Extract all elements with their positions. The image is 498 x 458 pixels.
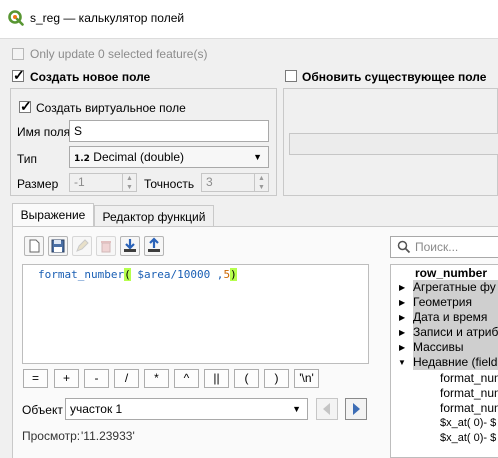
- expand-arrow-icon[interactable]: ▶: [399, 313, 405, 322]
- virtual-field-checkbox[interactable]: ✓: [19, 98, 32, 114]
- next-feature-button[interactable]: [345, 398, 367, 420]
- field-precision-value: 3: [206, 175, 213, 189]
- operator-multiply-button[interactable]: *: [144, 369, 169, 388]
- search-placeholder: Поиск...: [415, 240, 459, 254]
- expression-close-paren: ): [230, 268, 237, 281]
- new-file-icon: [29, 239, 40, 253]
- tree-group-arrays[interactable]: Массивы: [413, 340, 498, 355]
- field-precision-spinbox[interactable]: 3 ▲ ▼: [201, 173, 269, 192]
- preview-label: Просмотр:: [22, 429, 81, 443]
- spin-buttons[interactable]: ▲ ▼: [122, 174, 136, 191]
- tree-group-geometry[interactable]: Геометрия: [413, 295, 498, 310]
- decimal-type-icon: 1.2: [74, 154, 90, 164]
- export-icon: [148, 237, 160, 252]
- field-size-value: -1: [74, 175, 85, 189]
- operator-minus-button[interactable]: -: [84, 369, 109, 388]
- check-icon: ✓: [20, 98, 32, 114]
- export-button[interactable]: [144, 236, 164, 256]
- field-name-label: Имя поля: [17, 125, 71, 139]
- tree-item-recent[interactable]: format_num: [440, 386, 498, 401]
- tree-item-recent[interactable]: $x_at( 0)- $: [440, 431, 498, 446]
- operator-open-paren-button[interactable]: (: [234, 369, 259, 388]
- delete-button[interactable]: [96, 236, 116, 256]
- triangle-right-icon: [353, 403, 360, 415]
- operator-concat-button[interactable]: ||: [204, 369, 229, 388]
- collapse-arrow-icon[interactable]: ▼: [398, 358, 406, 367]
- chevron-down-icon: ▼: [253, 152, 262, 162]
- expression-editor[interactable]: format_number( $area/10000 ,5): [22, 264, 369, 364]
- virtual-field-label: Создать виртуальное поле: [36, 101, 186, 115]
- edit-button[interactable]: [72, 236, 92, 256]
- field-type-select[interactable]: 1.2 Decimal (double) ▼: [69, 146, 269, 168]
- create-field-checkbox[interactable]: ✓: [12, 67, 25, 83]
- save-button[interactable]: [48, 236, 68, 256]
- new-file-button[interactable]: [24, 236, 44, 256]
- create-field-label: Создать новое поле: [30, 70, 151, 84]
- import-icon: [124, 239, 136, 252]
- expression-text: format_number( $area/10000 ,5): [38, 268, 237, 282]
- tab-expression[interactable]: Выражение: [12, 203, 94, 227]
- qgis-logo-icon: [8, 10, 24, 26]
- edit-icon: [76, 239, 89, 252]
- expression-function: format_number: [38, 268, 125, 281]
- field-precision-label: Точность: [144, 177, 195, 191]
- expand-arrow-icon[interactable]: ▶: [399, 298, 405, 307]
- tree-item-recent[interactable]: format_num: [440, 371, 498, 386]
- tree-item-recent[interactable]: $x_at( 0)- $: [440, 416, 498, 431]
- existing-field-select[interactable]: [289, 133, 498, 155]
- only-update-selected-label: Only update 0 selected feature(s): [30, 47, 208, 61]
- operator-close-paren-button[interactable]: ): [264, 369, 289, 388]
- feature-value: участок 1: [70, 402, 123, 416]
- spin-down-icon[interactable]: ▼: [255, 183, 268, 192]
- field-type-value: Decimal (double): [93, 150, 184, 164]
- tree-group-recent[interactable]: Недавние (field: [413, 355, 498, 370]
- field-size-spinbox[interactable]: -1 ▲ ▼: [69, 173, 137, 192]
- preview-value: '11.23933': [81, 429, 135, 443]
- save-icon: [51, 239, 65, 253]
- tree-item-row-number[interactable]: row_number: [415, 266, 498, 281]
- field-type-label: Тип: [17, 152, 38, 166]
- tree-group-aggregates[interactable]: Агрегатные фу: [413, 280, 498, 295]
- field-name-input[interactable]: S: [69, 120, 269, 142]
- operator-divide-button[interactable]: /: [114, 369, 139, 388]
- delete-icon: [101, 241, 111, 253]
- import-button[interactable]: [120, 236, 140, 256]
- field-size-label: Размер: [17, 177, 59, 191]
- spin-up-icon[interactable]: ▲: [123, 174, 136, 183]
- expand-arrow-icon[interactable]: ▶: [399, 283, 405, 292]
- expand-arrow-icon[interactable]: ▶: [399, 343, 405, 352]
- only-update-selected-checkbox[interactable]: [12, 48, 24, 60]
- previous-feature-button[interactable]: [316, 398, 338, 420]
- spin-up-icon[interactable]: ▲: [255, 174, 268, 183]
- update-field-checkbox[interactable]: [285, 70, 297, 82]
- title-bar: s_reg — калькулятор полей: [0, 0, 498, 39]
- expand-arrow-icon[interactable]: ▶: [399, 328, 405, 337]
- tab-function-editor[interactable]: Редактор функций: [94, 205, 214, 227]
- operator-plus-button[interactable]: +: [54, 369, 79, 388]
- update-field-label: Обновить существующее поле: [302, 70, 487, 84]
- spin-buttons[interactable]: ▲ ▼: [254, 174, 268, 191]
- check-icon: ✓: [13, 67, 25, 83]
- chevron-down-icon: ▼: [292, 404, 301, 414]
- operator-power-button[interactable]: ^: [174, 369, 199, 388]
- tree-item-recent[interactable]: format_num: [440, 401, 498, 416]
- triangle-left-icon: [323, 403, 330, 415]
- tree-group-datetime[interactable]: Дата и время: [413, 310, 498, 325]
- operator-equals-button[interactable]: =: [23, 369, 48, 388]
- operator-newline-button[interactable]: '\n': [294, 369, 319, 388]
- feature-label: Объект: [22, 403, 63, 417]
- window-title: s_reg — калькулятор полей: [30, 11, 185, 25]
- spin-down-icon[interactable]: ▼: [123, 183, 136, 192]
- expression-args: $area/10000 ,: [130, 268, 224, 281]
- search-icon: [397, 240, 411, 254]
- feature-select[interactable]: участок 1 ▼: [65, 398, 308, 420]
- tree-group-records[interactable]: Записи и атриб: [413, 325, 498, 340]
- expression-open-paren: (: [124, 268, 131, 281]
